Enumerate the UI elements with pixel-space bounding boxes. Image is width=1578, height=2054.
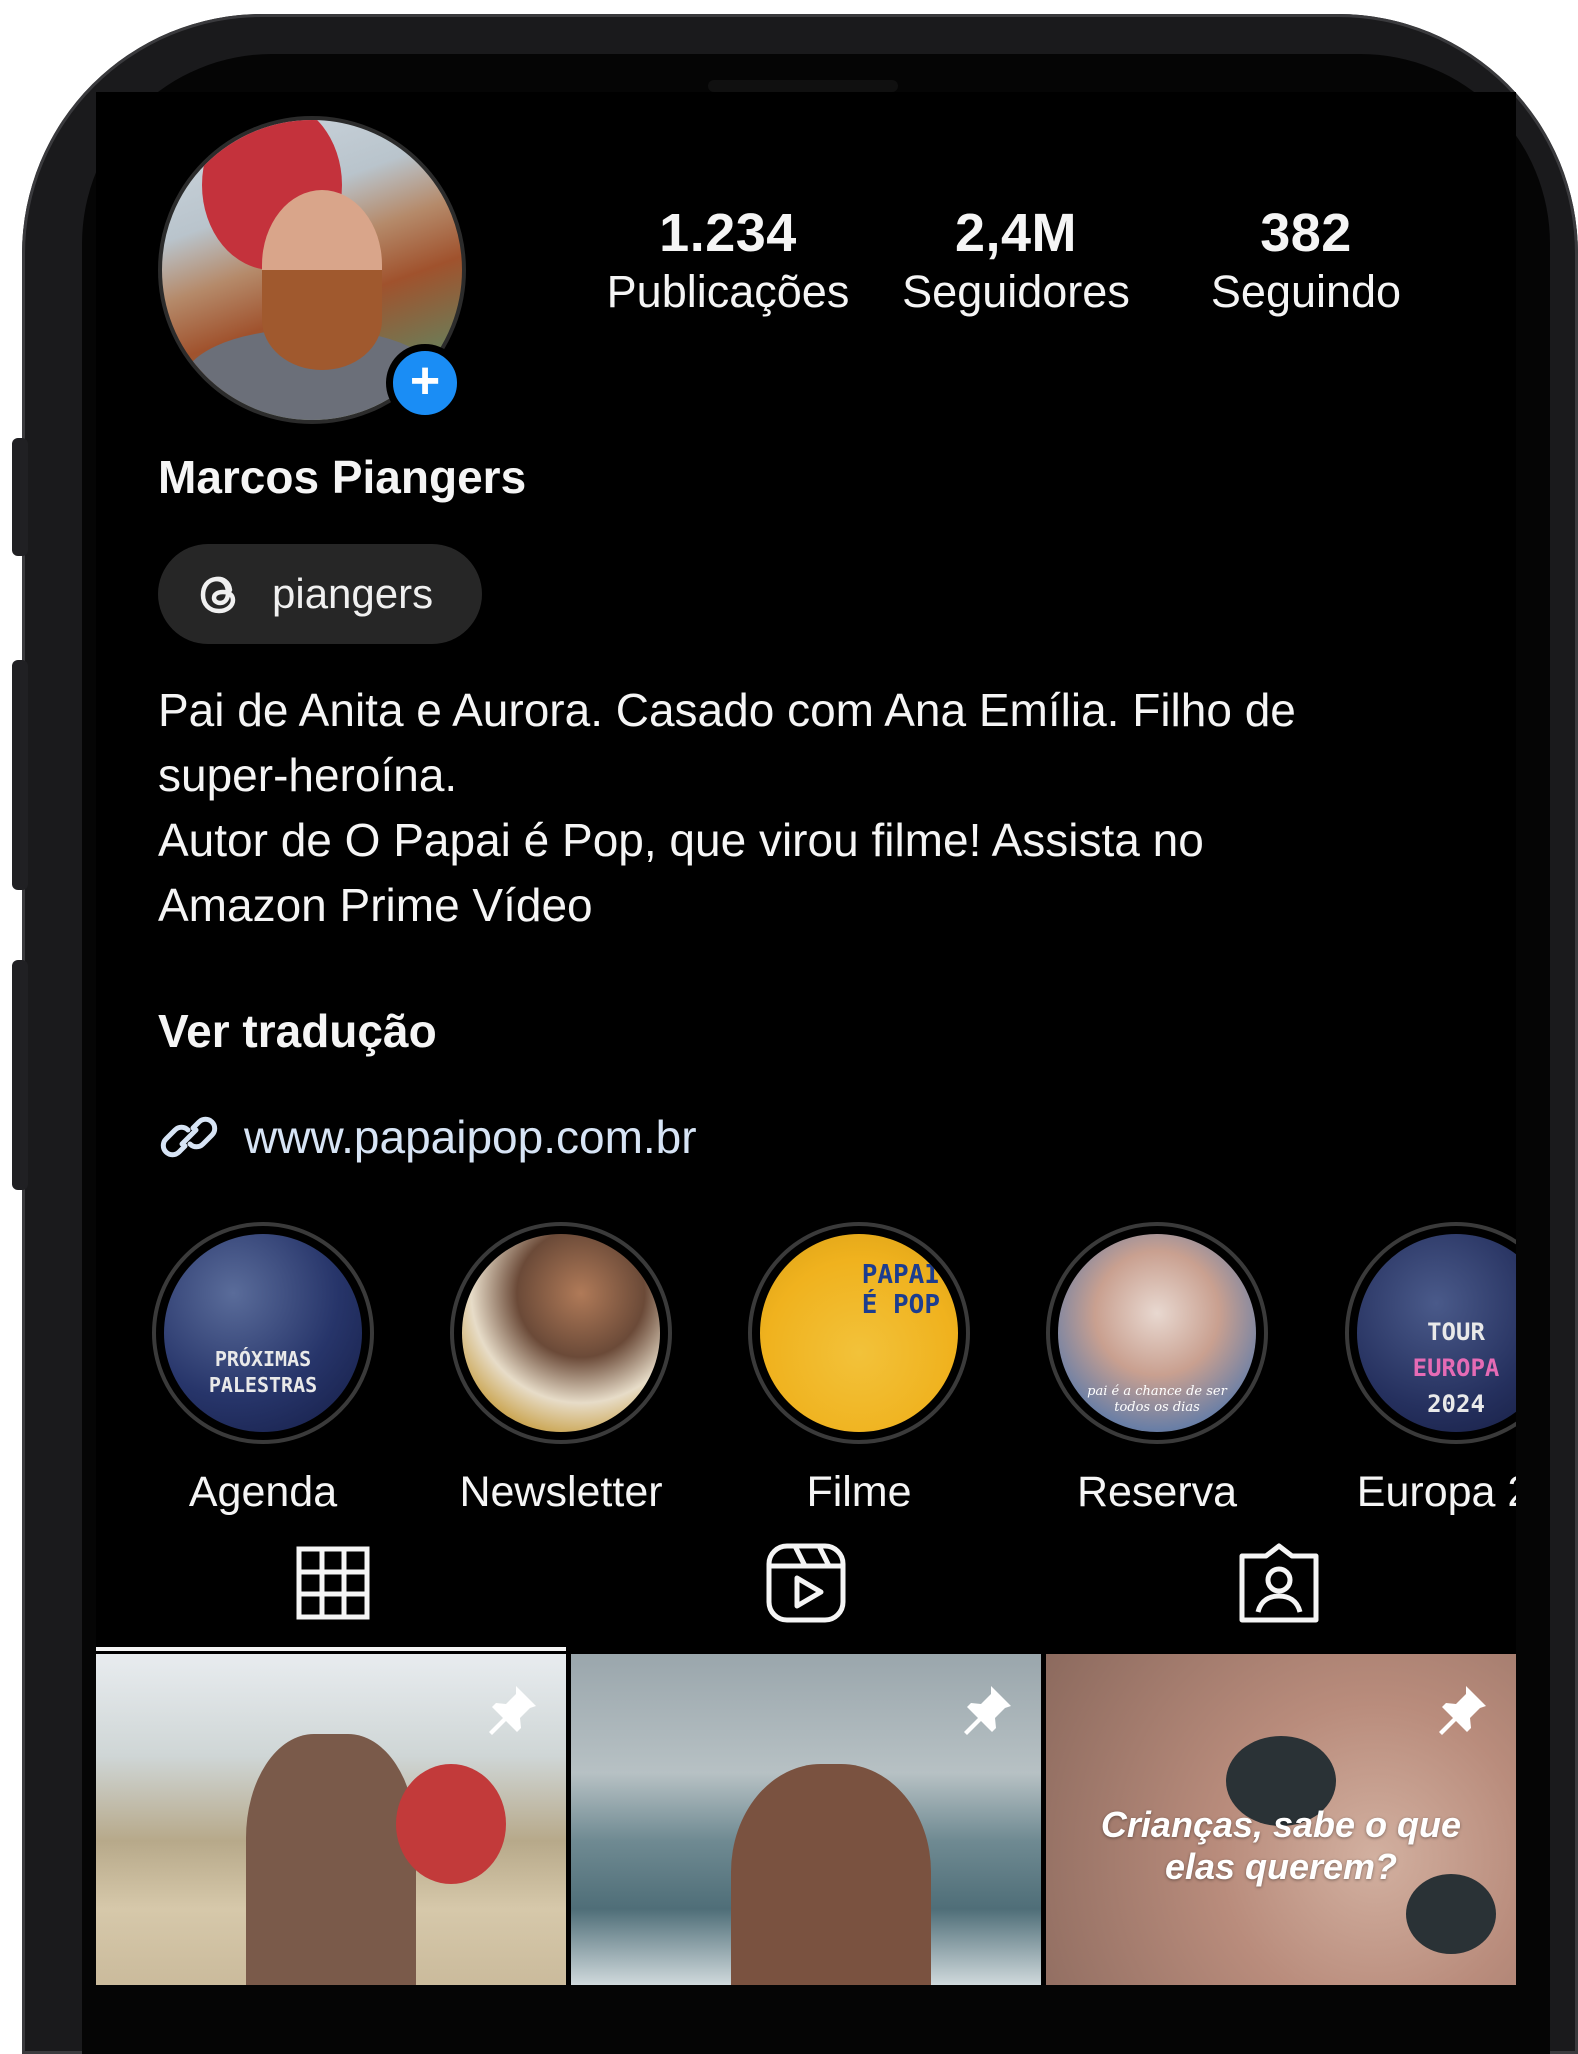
see-translation-link[interactable]: Ver tradução xyxy=(158,1004,437,1058)
stat-value: 2,4M xyxy=(954,203,1078,263)
highlight-label: Agenda xyxy=(188,1468,338,1516)
highlight-overlay-text: todos os dias xyxy=(1114,1400,1200,1415)
phone-side-button xyxy=(12,438,28,556)
highlight-label: Reserva xyxy=(1076,1468,1238,1516)
tab-reels[interactable] xyxy=(569,1512,1042,1654)
highlight-overlay-text: PRÓXIMAS xyxy=(214,1347,312,1371)
stat-label: Seguidores xyxy=(902,266,1130,317)
post-photo-figure xyxy=(246,1734,416,1985)
stat-following[interactable]: 382 Seguindo xyxy=(1166,202,1446,318)
phone-side-button xyxy=(12,660,28,890)
highlight-reserva[interactable]: pai é a chance de ser todos os dias Rese… xyxy=(1008,1222,1306,1517)
active-tab-indicator xyxy=(96,1647,566,1651)
highlight-image: PAPAI É POP xyxy=(760,1234,958,1432)
bio-line: Amazon Prime Vídeo xyxy=(158,879,593,931)
post-thumbnail[interactable] xyxy=(571,1654,1041,1985)
highlight-europa[interactable]: TOUR EUROPA 2024 Europa 20 xyxy=(1306,1222,1516,1517)
bio-line: Pai de Anita e Aurora. Casado com Ana Em… xyxy=(158,684,1296,736)
highlight-ring: PAPAI É POP xyxy=(748,1222,970,1444)
highlight-overlay-text: 2024 xyxy=(1427,1390,1485,1418)
post-thumbnail[interactable]: Crianças, sabe o que elas querem? xyxy=(1046,1654,1516,1985)
post-caption: Crianças, sabe o que elas querem? xyxy=(1100,1804,1462,1887)
phone-side-button xyxy=(12,960,28,1190)
highlight-overlay-text: PAPAI xyxy=(861,1260,940,1290)
threads-icon xyxy=(200,576,236,614)
highlight-label: Filme xyxy=(806,1468,912,1516)
highlight-ring: TOUR EUROPA 2024 xyxy=(1345,1222,1516,1444)
tab-tagged[interactable] xyxy=(1042,1512,1515,1654)
stat-label: Seguindo xyxy=(1210,266,1402,317)
highlight-image: PRÓXIMAS PALESTRAS xyxy=(164,1234,362,1432)
highlight-label: Newsletter xyxy=(459,1468,663,1516)
tagged-icon xyxy=(1239,1543,1318,1623)
bio-line: Autor de O Papai é Pop, que virou filme!… xyxy=(158,814,1204,866)
profile-screen: + 1.234 Publicações 2,4M Seguidores 382 … xyxy=(96,92,1516,1985)
stat-label: Publicações xyxy=(606,266,850,317)
highlight-ring: pai é a chance de ser todos os dias xyxy=(1046,1222,1268,1444)
bio-line: super-heroína. xyxy=(158,749,458,801)
post-thumbnail[interactable] xyxy=(96,1654,566,1985)
profile-name: Marcos Piangers xyxy=(158,451,527,503)
highlight-image: TOUR EUROPA 2024 xyxy=(1357,1234,1516,1432)
threads-badge[interactable]: piangers xyxy=(158,544,482,644)
highlight-overlay-text: EUROPA xyxy=(1412,1354,1500,1382)
plus-icon: + xyxy=(409,352,441,410)
add-story-button[interactable]: + xyxy=(386,344,464,422)
tab-grid[interactable] xyxy=(96,1512,569,1654)
phone-notch xyxy=(708,80,898,92)
story-highlights: PRÓXIMAS PALESTRAS Agenda Newsletter PAP… xyxy=(96,1132,1516,1516)
highlight-image xyxy=(462,1234,660,1432)
stat-followers[interactable]: 2,4M Seguidores xyxy=(876,202,1156,318)
highlight-image: pai é a chance de ser todos os dias xyxy=(1058,1234,1256,1432)
profile-bio: Pai de Anita e Aurora. Casado com Ana Em… xyxy=(158,678,1478,938)
highlight-label: Europa 20 xyxy=(1356,1468,1516,1516)
stat-value: 1.234 xyxy=(659,203,797,263)
post-photo-figure xyxy=(396,1764,506,1884)
highlight-filme[interactable]: PAPAI É POP Filme xyxy=(710,1222,1008,1517)
highlight-agenda[interactable]: PRÓXIMAS PALESTRAS Agenda xyxy=(114,1222,412,1517)
stat-posts[interactable]: 1.234 Publicações xyxy=(588,202,868,318)
highlight-overlay-text: É POP xyxy=(861,1290,940,1320)
pin-icon xyxy=(964,1686,1011,1735)
threads-handle: piangers xyxy=(272,570,434,617)
highlight-overlay-text: TOUR xyxy=(1427,1318,1485,1346)
highlight-ring xyxy=(450,1222,672,1444)
highlight-overlay-text: PALESTRAS xyxy=(208,1373,318,1397)
highlight-overlay-text: pai é a chance de ser xyxy=(1087,1384,1227,1399)
reels-icon xyxy=(766,1543,845,1623)
post-photo-figure xyxy=(731,1764,931,1985)
pin-icon xyxy=(1439,1686,1486,1735)
avatar-photo-beard xyxy=(262,270,382,370)
highlight-ring: PRÓXIMAS PALESTRAS xyxy=(152,1222,374,1444)
grid-icon xyxy=(296,1546,369,1620)
pin-icon xyxy=(489,1686,536,1735)
highlight-newsletter[interactable]: Newsletter xyxy=(412,1222,710,1517)
posts-grid: Crianças, sabe o que elas querem? xyxy=(96,1654,1516,1985)
stat-value: 382 xyxy=(1260,203,1352,263)
profile-tabs xyxy=(96,1512,1516,1654)
